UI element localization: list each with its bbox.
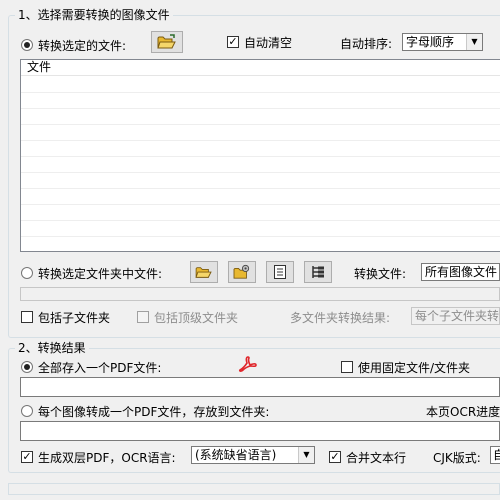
folder-path-input[interactable] xyxy=(20,287,500,301)
dual-layer-pdf-label: 生成双层PDF，OCR语言: xyxy=(38,451,176,465)
open-folder-button[interactable] xyxy=(190,261,218,283)
include-top-folder-checkbox[interactable] xyxy=(137,311,149,323)
open-folder-icon xyxy=(157,34,176,49)
file-list[interactable]: 文件 xyxy=(20,59,500,252)
cjk-layout-value: 自 xyxy=(493,448,500,462)
section2-title: 2、转换结果 xyxy=(15,341,89,355)
radio-single-pdf[interactable] xyxy=(21,361,33,373)
convert-files-select[interactable]: 所有图像文件 xyxy=(421,263,500,281)
merge-text-lines-checkbox[interactable]: ✓ xyxy=(329,451,341,463)
auto-sort-value: 字母顺序 xyxy=(406,35,455,49)
radio-convert-folder-files[interactable] xyxy=(21,267,33,279)
document-list-icon xyxy=(274,265,286,279)
folder-settings-button[interactable] xyxy=(228,261,256,283)
output-folder-input[interactable] xyxy=(20,421,500,441)
ocr-language-value: (系统缺省语言) xyxy=(195,448,277,462)
auto-clear-label: 自动清空 xyxy=(244,36,293,50)
pdf-icon xyxy=(238,356,257,372)
status-bar xyxy=(8,483,500,495)
ocr-progress-label: 本页OCR进度 xyxy=(426,405,500,419)
include-subfolders-checkbox[interactable] xyxy=(21,311,33,323)
dual-layer-pdf-checkbox[interactable]: ✓ xyxy=(21,451,33,463)
multi-folder-result-select[interactable]: 每个子文件夹转 xyxy=(411,307,500,325)
radio-convert-selected-files-label: 转换选定的文件: xyxy=(38,39,127,53)
chevron-down-icon[interactable]: ▼ xyxy=(466,34,482,50)
convert-files-value: 所有图像文件 xyxy=(425,265,498,279)
radio-each-image-pdf[interactable] xyxy=(21,405,33,417)
file-list-view-button[interactable] xyxy=(266,261,294,283)
merge-text-lines-label: 合并文本行 xyxy=(346,451,407,465)
folder-tree-button[interactable] xyxy=(304,261,332,283)
use-fixed-file-label: 使用固定文件/文件夹 xyxy=(358,361,471,375)
include-subfolders-label: 包括子文件夹 xyxy=(38,311,111,325)
folder-gear-icon xyxy=(233,264,250,279)
pdf-file-button[interactable] xyxy=(238,355,260,375)
open-folder-icon xyxy=(195,267,212,278)
radio-each-image-pdf-label: 每个图像转成一个PDF文件，存放到文件夹: xyxy=(38,405,270,419)
section1-title: 1、选择需要转换的图像文件 xyxy=(15,8,173,22)
chevron-down-icon[interactable]: ▼ xyxy=(298,447,314,463)
tree-structure-icon xyxy=(312,266,324,278)
auto-clear-checkbox[interactable]: ✓ xyxy=(227,36,239,48)
ocr-language-select[interactable]: (系统缺省语言) ▼ xyxy=(191,446,315,464)
auto-sort-label: 自动排序: xyxy=(340,37,393,51)
radio-convert-selected-files[interactable] xyxy=(21,39,33,51)
cjk-layout-label: CJK版式: xyxy=(433,451,481,465)
file-list-header-file[interactable]: 文件 xyxy=(21,60,500,76)
pdf-output-path-input[interactable] xyxy=(20,377,500,397)
convert-files-label: 转换文件: xyxy=(354,267,407,281)
auto-sort-select[interactable]: 字母顺序 ▼ xyxy=(402,33,483,51)
cjk-layout-select[interactable]: 自 xyxy=(490,446,500,464)
multi-folder-result-value: 每个子文件夹转 xyxy=(415,309,500,323)
radio-convert-folder-files-label: 转换选定文件夹中文件: xyxy=(38,267,163,281)
radio-single-pdf-label: 全部存入一个PDF文件: xyxy=(38,361,162,375)
use-fixed-file-checkbox[interactable] xyxy=(341,361,353,373)
multi-folder-result-label: 多文件夹转换结果: xyxy=(290,311,391,325)
open-file-button[interactable] xyxy=(151,31,183,53)
include-top-folder-label: 包括顶级文件夹 xyxy=(154,311,239,325)
